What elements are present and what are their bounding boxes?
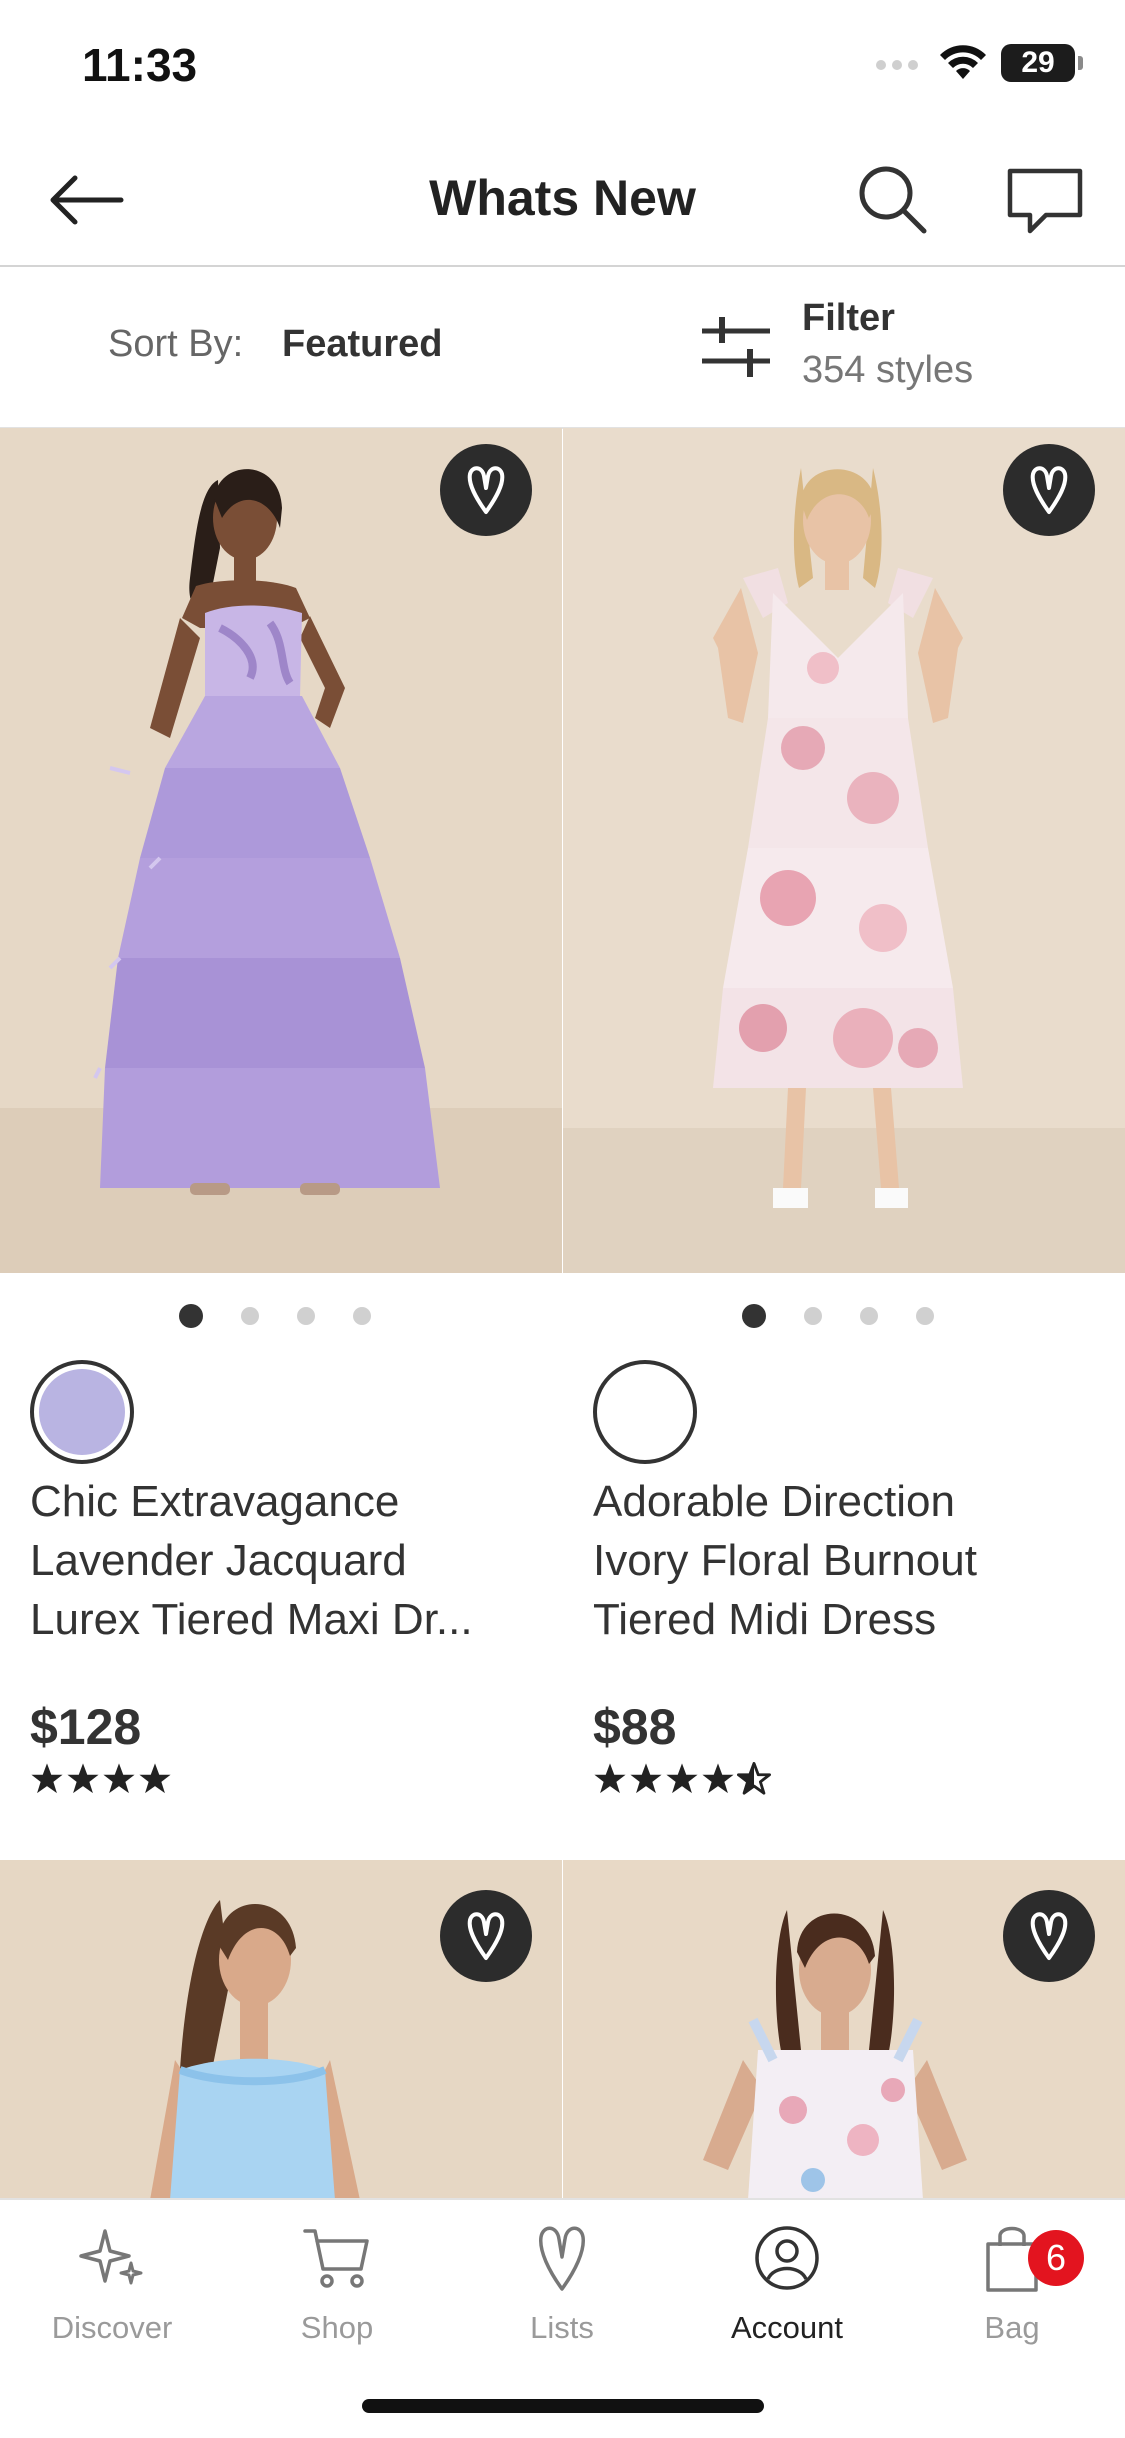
star-half-icon: [737, 1762, 771, 1795]
star-icon: [630, 1763, 662, 1794]
swatch-color: [39, 1369, 125, 1455]
star-icon: [702, 1763, 734, 1794]
product-name-line: Ivory Floral Burnout: [593, 1536, 977, 1585]
account-icon: [755, 2226, 819, 2290]
search-icon: [859, 166, 927, 234]
bag-count-badge: 6: [1028, 2230, 1084, 2286]
sparkle-icon: [79, 2229, 143, 2285]
tab-discover[interactable]: Discover: [12, 2218, 212, 2346]
status-icons: 29: [873, 44, 1083, 82]
image-dot[interactable]: [297, 1307, 315, 1325]
star-icon: [67, 1763, 99, 1794]
product-price: $88: [593, 1699, 677, 1755]
status-time: 11:33: [82, 39, 198, 91]
image-dot[interactable]: [860, 1307, 878, 1325]
product-name-line: Lavender Jacquard: [30, 1536, 407, 1585]
image-dot[interactable]: [179, 1304, 203, 1328]
filter-label[interactable]: Filter: [802, 297, 895, 340]
image-dot[interactable]: [742, 1304, 766, 1328]
cart-icon: [303, 2229, 369, 2288]
star-rating: [30, 1762, 172, 1796]
image-dot[interactable]: [916, 1307, 934, 1325]
style-count: 354 styles: [802, 349, 974, 391]
star-icon: [594, 1763, 626, 1794]
star-icon: [666, 1763, 698, 1794]
favorite-button[interactable]: [440, 1890, 532, 1982]
heart-icon: [467, 466, 505, 514]
tab-label: Lists: [530, 2310, 594, 2345]
tab-bag[interactable]: 6 Bag: [912, 2218, 1112, 2346]
tab-account[interactable]: Account: [687, 2218, 887, 2346]
chat-icon: [1007, 168, 1083, 234]
image-pagination[interactable]: [179, 1304, 371, 1328]
product-name[interactable]: Chic Extravagance Lavender Jacquard Lure…: [30, 1472, 550, 1649]
color-swatch[interactable]: [30, 1360, 134, 1464]
heart-icon: [467, 1912, 505, 1960]
favorite-button[interactable]: [1003, 444, 1095, 536]
product-image[interactable]: [563, 428, 1125, 1273]
home-indicator: [362, 2399, 764, 2413]
sort-filter-bar: Sort By: Featured Filter 354 styles: [0, 267, 1125, 429]
chat-button[interactable]: [1000, 161, 1090, 241]
product-name-line: Tiered Midi Dress: [593, 1595, 937, 1644]
product-card[interactable]: [563, 1860, 1125, 2200]
favorite-button[interactable]: [440, 444, 532, 536]
heart-icon: [1030, 466, 1068, 514]
tab-label: Discover: [51, 2310, 173, 2345]
star-icon: [139, 1763, 171, 1794]
sort-label: Sort By:: [108, 323, 244, 365]
product-card[interactable]: Chic Extravagance Lavender Jacquard Lure…: [0, 428, 562, 1858]
heart-icon: [539, 2226, 585, 2291]
product-name-line: Lurex Tiered Maxi Dr...: [30, 1595, 473, 1644]
color-swatch[interactable]: [593, 1360, 697, 1464]
product-card[interactable]: Adorable Direction Ivory Floral Burnout …: [563, 428, 1125, 1858]
battery-icon: 29: [1001, 44, 1083, 82]
status-bar: 11:33 29: [0, 0, 1125, 135]
image-dot[interactable]: [241, 1307, 259, 1325]
signal-icon: [876, 60, 918, 70]
product-name-line: Adorable Direction: [593, 1477, 955, 1526]
page-title: Whats New: [429, 170, 696, 226]
tab-lists[interactable]: Lists: [462, 2218, 662, 2346]
favorite-button[interactable]: [1003, 1890, 1095, 1982]
wifi-icon: [940, 45, 986, 79]
star-rating: [593, 1762, 771, 1796]
filter-sliders-icon[interactable]: [700, 315, 772, 379]
tab-label: Account: [730, 2310, 843, 2345]
product-image[interactable]: [563, 1860, 1125, 2200]
swatch-color: [602, 1369, 688, 1455]
battery-level: 29: [1021, 46, 1055, 79]
tab-label: Shop: [300, 2310, 374, 2345]
product-image[interactable]: [0, 428, 562, 1273]
product-name[interactable]: Adorable Direction Ivory Floral Burnout …: [593, 1472, 1113, 1649]
top-nav-bar: Whats New: [0, 135, 1125, 267]
product-card[interactable]: [0, 1860, 562, 2200]
heart-icon: [1030, 1912, 1068, 1960]
star-icon: [31, 1763, 63, 1794]
sort-value[interactable]: Featured: [282, 323, 442, 366]
product-name-line: Chic Extravagance: [30, 1477, 400, 1526]
tab-shop[interactable]: Shop: [237, 2218, 437, 2346]
tab-label: Bag: [984, 2310, 1040, 2345]
image-pagination[interactable]: [742, 1304, 934, 1328]
search-button[interactable]: [852, 159, 932, 239]
star-icon: [103, 1763, 135, 1794]
product-image[interactable]: [0, 1860, 562, 2200]
image-dot[interactable]: [804, 1307, 822, 1325]
product-price: $128: [30, 1699, 142, 1755]
image-dot[interactable]: [353, 1307, 371, 1325]
